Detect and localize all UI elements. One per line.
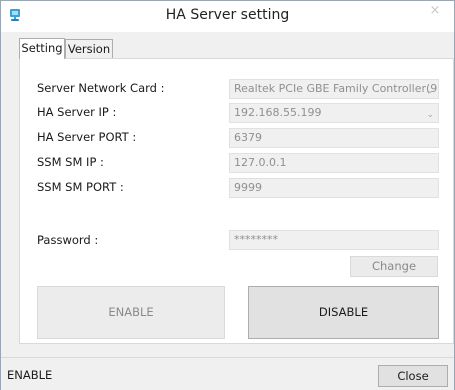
disable-button[interactable]: DISABLE — [248, 286, 439, 339]
ssm-sm-ip-label: SSM SM IP : — [37, 155, 104, 169]
status-bar: ENABLE Close — [1, 357, 454, 390]
ssm-sm-port-field[interactable]: 9999 — [229, 178, 439, 198]
network-card-value: Realtek PCIe GBE Family Controller(9 — [234, 82, 438, 95]
password-field[interactable]: ******** — [229, 230, 439, 250]
chevron-down-icon: ⌄ — [426, 110, 434, 120]
ha-server-port-field[interactable]: 6379 — [229, 128, 439, 148]
ssm-sm-ip-field[interactable]: 127.0.0.1 — [229, 153, 439, 173]
ha-server-ip-value: 192.168.55.199 — [234, 106, 322, 119]
tab-setting[interactable]: Setting — [19, 38, 65, 59]
ha-server-ip-label: HA Server IP : — [37, 105, 117, 119]
ha-server-setting-window: HA Server setting × Setting Version Serv… — [0, 0, 455, 390]
network-card-select[interactable]: Realtek PCIe GBE Family Controller(9 ⌄ — [229, 79, 439, 99]
status-text: ENABLE — [7, 368, 53, 382]
tab-version[interactable]: Version — [65, 39, 113, 58]
title-bar[interactable]: HA Server setting × — [1, 1, 454, 32]
close-button[interactable]: Close — [378, 365, 448, 387]
enable-button[interactable]: ENABLE — [37, 286, 225, 339]
network-card-label: Server Network Card : — [37, 81, 165, 95]
ha-server-port-label: HA Server PORT : — [37, 130, 137, 144]
chevron-down-icon: ⌄ — [426, 86, 434, 96]
change-password-button[interactable]: Change — [350, 256, 438, 277]
ssm-sm-port-label: SSM SM PORT : — [37, 180, 124, 194]
ha-server-ip-select[interactable]: 192.168.55.199 ⌄ — [229, 103, 439, 123]
window-title: HA Server setting — [165, 7, 290, 23]
password-label: Password : — [37, 233, 99, 247]
close-icon[interactable]: × — [420, 3, 450, 21]
